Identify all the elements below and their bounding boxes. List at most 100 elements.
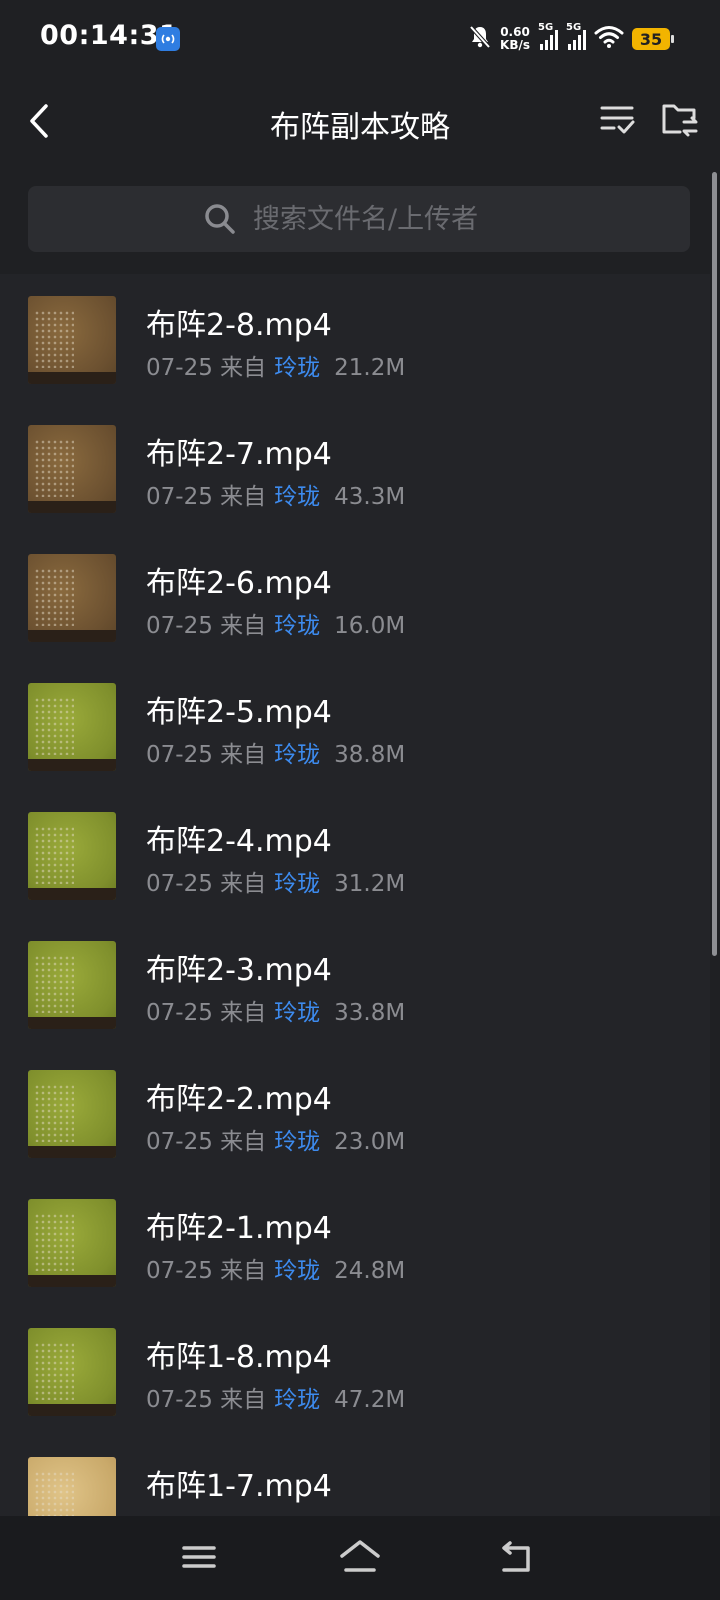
thumbnail-troops <box>34 1471 74 1516</box>
file-meta: 07-25 来自 玲珑 43.3M <box>146 477 405 511</box>
file-meta: 07-25 来自 玲珑 31.2M <box>146 864 405 898</box>
file-date: 07-25 <box>146 742 213 768</box>
thumbnail-troops <box>34 568 74 626</box>
file-size: 38.8M <box>334 742 406 768</box>
uploader-link[interactable]: 玲珑 <box>274 742 320 768</box>
thumbnail-toolbar <box>28 501 116 513</box>
file-list-item[interactable]: 布阵1-7.mp4 <box>0 1435 710 1516</box>
thumbnail-troops <box>34 1213 74 1271</box>
sort-button[interactable] <box>598 100 638 140</box>
uploader-link[interactable]: 玲珑 <box>274 1000 320 1026</box>
video-thumbnail <box>28 1457 116 1516</box>
video-thumbnail <box>28 812 116 900</box>
navigation-bar <box>0 1516 720 1600</box>
status-bar: 00:14:31 0.60 KB/s 5G 5G 35 <box>0 0 720 76</box>
file-size: 21.2M <box>334 355 406 381</box>
file-list-item[interactable]: 布阵2-3.mp4 07-25 来自 玲珑 33.8M <box>0 919 710 1048</box>
file-size: 47.2M <box>334 1387 406 1413</box>
thumbnail-toolbar <box>28 1275 116 1287</box>
file-name: 布阵2-6.mp4 <box>146 566 332 601</box>
uploader-link[interactable]: 玲珑 <box>274 1129 320 1155</box>
status-icons: 0.60 KB/s 5G 5G 35 <box>468 22 674 54</box>
thumbnail-troops <box>34 697 74 755</box>
uploader-link[interactable]: 玲珑 <box>274 1258 320 1284</box>
search-input[interactable] <box>251 202 515 236</box>
uploader-link[interactable]: 玲珑 <box>274 484 320 510</box>
file-name: 布阵2-2.mp4 <box>146 1082 332 1117</box>
file-name: 布阵2-3.mp4 <box>146 953 332 988</box>
from-label: 来自 <box>220 355 267 381</box>
thumbnail-troops <box>34 1084 74 1142</box>
file-date: 07-25 <box>146 1000 213 1026</box>
signal-icon: 5G <box>566 22 586 50</box>
file-list-item[interactable]: 布阵2-8.mp4 07-25 来自 玲珑 21.2M <box>0 274 710 403</box>
thumbnail-troops <box>34 310 74 368</box>
uploader-link[interactable]: 玲珑 <box>274 1387 320 1413</box>
file-date: 07-25 <box>146 1258 213 1284</box>
file-date: 07-25 <box>146 355 213 381</box>
file-date: 07-25 <box>146 484 213 510</box>
file-list-item[interactable]: 布阵2-5.mp4 07-25 来自 玲珑 38.8M <box>0 661 710 790</box>
thumbnail-troops <box>34 439 74 497</box>
file-name: 布阵2-8.mp4 <box>146 308 332 343</box>
sort-list-icon <box>600 106 635 134</box>
video-thumbnail <box>28 425 116 513</box>
file-list-item[interactable]: 布阵2-1.mp4 07-25 来自 玲珑 24.8M <box>0 1177 710 1306</box>
file-name: 布阵1-8.mp4 <box>146 1340 332 1375</box>
thumbnail-troops <box>34 1342 74 1400</box>
thumbnail-toolbar <box>28 888 116 900</box>
from-label: 来自 <box>220 1129 267 1155</box>
video-thumbnail <box>28 554 116 642</box>
video-thumbnail <box>28 1070 116 1158</box>
file-list-item[interactable]: 布阵2-2.mp4 07-25 来自 玲珑 23.0M <box>0 1048 710 1177</box>
from-label: 来自 <box>220 613 267 639</box>
uploader-link[interactable]: 玲珑 <box>274 355 320 381</box>
sim2-label: 5G <box>566 22 582 33</box>
net-speed-unit: KB/s <box>500 38 530 52</box>
thumbnail-troops <box>34 955 74 1013</box>
file-date: 07-25 <box>146 1387 213 1413</box>
file-date: 07-25 <box>146 613 213 639</box>
from-label: 来自 <box>220 871 267 897</box>
thumbnail-toolbar <box>28 1404 116 1416</box>
video-thumbnail <box>28 296 116 384</box>
uploader-link[interactable]: 玲珑 <box>274 871 320 897</box>
file-list-item[interactable]: 布阵1-8.mp4 07-25 来自 玲珑 47.2M <box>0 1306 710 1435</box>
file-size: 16.0M <box>334 613 406 639</box>
thumbnail-toolbar <box>28 372 116 384</box>
file-meta <box>146 1509 168 1516</box>
file-name: 布阵1-7.mp4 <box>146 1469 332 1504</box>
folder-transfer-button[interactable] <box>660 98 700 142</box>
file-name: 布阵2-5.mp4 <box>146 695 332 730</box>
file-list-item[interactable]: 布阵2-7.mp4 07-25 来自 玲珑 43.3M <box>0 403 710 532</box>
back-icon <box>502 1541 530 1572</box>
file-list-item[interactable]: 布阵2-6.mp4 07-25 来自 玲珑 16.0M <box>0 532 710 661</box>
uploader-link[interactable]: 玲珑 <box>274 613 320 639</box>
search-box[interactable] <box>28 186 690 252</box>
file-list-item[interactable]: 布阵2-4.mp4 07-25 来自 玲珑 31.2M <box>0 790 710 919</box>
home-button[interactable] <box>338 1536 382 1580</box>
video-thumbnail <box>28 1328 116 1416</box>
folder-transfer-icon <box>662 104 698 137</box>
file-list: 布阵2-8.mp4 07-25 来自 玲珑 21.2M 布阵2-7.mp4 07-25 来… <box>0 274 710 1516</box>
hotspot-icon <box>156 27 180 51</box>
system-back-button[interactable] <box>496 1536 540 1580</box>
sim1-label: 5G <box>538 22 554 33</box>
file-meta: 07-25 来自 玲珑 38.8M <box>146 735 405 769</box>
file-meta: 07-25 来自 玲珑 24.8M <box>146 1251 405 1285</box>
menu-button[interactable] <box>178 1536 222 1580</box>
file-size: 43.3M <box>334 484 406 510</box>
file-size: 23.0M <box>334 1129 406 1155</box>
file-name: 布阵2-7.mp4 <box>146 437 332 472</box>
battery-level: 35 <box>639 29 663 49</box>
menu-icon <box>182 1546 216 1568</box>
file-name: 布阵2-4.mp4 <box>146 824 332 859</box>
from-label: 来自 <box>220 742 267 768</box>
file-meta: 07-25 来自 玲珑 47.2M <box>146 1380 405 1414</box>
file-name: 布阵2-1.mp4 <box>146 1211 332 1246</box>
thumbnail-toolbar <box>28 759 116 771</box>
mute-bell-icon <box>468 24 492 54</box>
from-label: 来自 <box>220 1387 267 1413</box>
thumbnail-troops <box>34 826 74 884</box>
scrollbar[interactable] <box>712 172 717 956</box>
